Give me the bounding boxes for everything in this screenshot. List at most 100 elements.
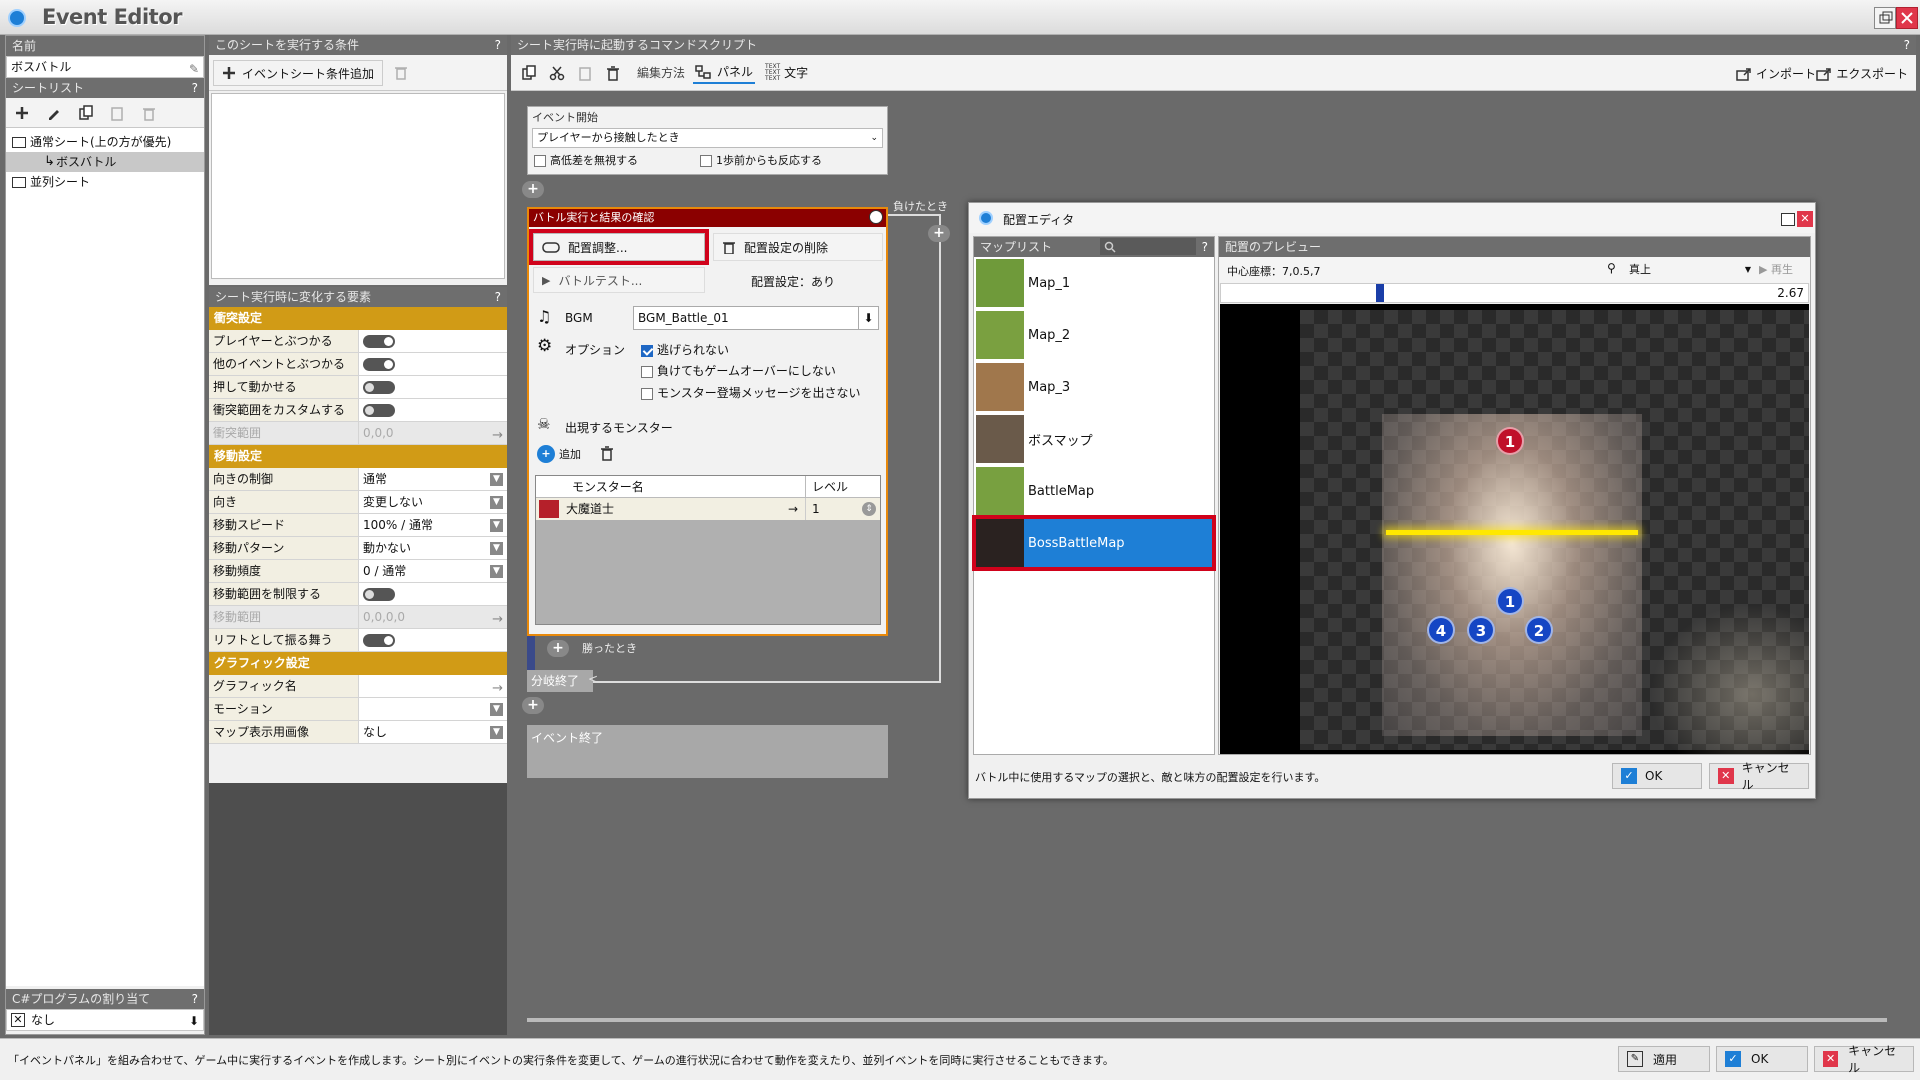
property-value[interactable] [359,629,507,651]
property-row[interactable]: 移動パターン 動かない ▼ [209,537,507,560]
ally-marker[interactable]: 4 [1427,616,1455,644]
option-no-message[interactable]: モンスター登場メッセージを出さない [641,384,861,401]
event-end-block[interactable]: イベント終了 [527,725,888,778]
property-value[interactable] [359,330,507,352]
property-value[interactable]: → [359,675,507,697]
property-row[interactable]: プレイヤーとぶつかる [209,330,507,353]
property-row[interactable]: 他のイベントとぶつかる [209,353,507,376]
property-row[interactable]: 衝突範囲をカスタムする [209,399,507,422]
cut-icon[interactable] [543,60,571,86]
play-button[interactable]: ▶ 再生 [1759,261,1793,277]
property-section-header[interactable]: グラフィック設定 [209,652,507,675]
dialog-cancel-button[interactable]: ✕ キャンセル [1709,761,1809,792]
branch-end-block[interactable]: 分岐終了 [527,670,593,692]
arrow-right-icon[interactable]: → [492,425,503,447]
copy-sheet-icon[interactable] [72,100,100,126]
battle-test-button[interactable]: ▶ バトルテスト... [533,267,705,293]
add-monster-button[interactable]: + 追加 [537,445,581,463]
property-value[interactable]: 100% / 通常 ▼ [359,514,507,536]
chevron-down-icon[interactable]: ▼ [490,496,503,509]
property-value[interactable]: ▼ [359,698,507,720]
toggle-switch[interactable] [363,358,395,371]
battle-block[interactable]: バトル実行と結果の確認 配置調整... 配置設定の削除 ▶ バトルテスト... … [527,207,888,636]
map-list-item[interactable]: ボスマップ [974,413,1214,465]
toggle-switch[interactable] [363,634,395,647]
paste-icon[interactable] [571,60,599,86]
toggle-switch[interactable] [363,381,395,394]
property-row[interactable]: マップ表示用画像 なし ▼ [209,721,507,744]
chevron-down-icon[interactable]: ⬇ [189,1011,199,1031]
close-button[interactable] [1896,7,1918,29]
property-row[interactable]: リフトとして振る舞う [209,629,507,652]
ally-marker[interactable]: 1 [1496,587,1524,615]
property-row[interactable]: 移動範囲を制限する [209,583,507,606]
tree-item-normal-sheets[interactable]: 通常シート(上の方が優先) [6,132,204,152]
map-list-item[interactable]: Map_3 [974,361,1214,413]
property-value[interactable]: 変更しない ▼ [359,491,507,513]
delete-monster-icon[interactable] [599,445,615,461]
monster-row[interactable]: 大魔道士 → 1 ⇕ [536,498,880,520]
vertical-scrollbar-track[interactable] [1896,91,1904,1021]
property-row[interactable]: グラフィック名 → [209,675,507,698]
dialog-close-button[interactable]: ✕ [1797,211,1813,227]
text-mode-button[interactable]: TEXT TEXT TEXT 文字 [765,63,808,82]
ignore-height-checkbox[interactable]: 高低差を無視する [534,152,700,168]
edit-sheet-icon[interactable] [40,100,68,126]
property-row[interactable]: 押して動かせる [209,376,507,399]
delete-sheet-icon[interactable] [135,100,163,126]
chevron-down-icon[interactable]: ▼ [490,542,503,555]
property-row[interactable]: 向き 変更しない ▼ [209,491,507,514]
option-no-escape[interactable]: 逃げられない [641,341,729,358]
chevron-down-icon[interactable]: ▼ [490,726,503,739]
chevron-down-icon[interactable]: ▼ [490,473,503,486]
panel-mode-button[interactable]: パネル [693,61,756,84]
tree-item-boss-battle[interactable]: ↳ ボスバトル [6,152,204,172]
property-value[interactable]: 通常 ▼ [359,468,507,490]
zoom-slider[interactable]: 2.67 [1220,283,1809,303]
toggle-switch[interactable] [363,335,395,348]
toggle-switch[interactable] [363,404,395,417]
add-condition-button[interactable]: イベントシート条件追加 [213,60,384,86]
search-field[interactable] [1100,238,1196,255]
layout-adjust-button[interactable]: 配置調整... [529,229,709,265]
preview-canvas[interactable]: 1 1 4 3 2 [1220,304,1809,754]
horizontal-scrollbar[interactable] [527,1018,1887,1022]
arrow-right-icon[interactable]: → [492,678,503,700]
bgm-select[interactable]: BGM_Battle_01 ⬇ [633,306,879,330]
copy-icon[interactable] [515,60,543,86]
one-step-checkbox[interactable]: 1歩前からも反応する [700,152,822,168]
map-list-item[interactable]: Map_2 [974,309,1214,361]
property-value[interactable]: 0 / 通常 ▼ [359,560,507,582]
property-section-header[interactable]: 衝突設定 [209,307,507,330]
enemy-marker[interactable]: 1 [1496,427,1524,455]
pencil-icon[interactable]: ✎ [189,59,199,79]
property-row[interactable]: モーション ▼ [209,698,507,721]
import-button[interactable]: インポート [1736,65,1816,82]
insert-node-win[interactable]: + [547,640,569,657]
export-button[interactable]: エクスポート [1816,65,1908,82]
map-list-item[interactable]: BossBattleMap [972,515,1216,571]
add-sheet-icon[interactable] [8,100,36,126]
chevron-down-icon[interactable]: ▼ [490,519,503,532]
option-no-gameover[interactable]: 負けてもゲームオーバーにしない [641,362,836,379]
insert-node-2[interactable]: + [522,697,544,714]
property-value[interactable]: なし ▼ [359,721,507,743]
property-value[interactable] [359,376,507,398]
dialog-maximize-button[interactable] [1781,213,1795,226]
cancel-button[interactable]: ✕ キャンセル [1814,1044,1914,1075]
insert-node-1[interactable]: + [522,181,544,198]
tree-item-parallel-sheets[interactable]: 並列シート [6,172,204,192]
view-select[interactable]: 真上 ▼ [1629,261,1753,279]
restore-button[interactable] [1874,7,1896,29]
map-list-item[interactable]: BattleMap [974,465,1214,517]
zoom-slider-thumb[interactable] [1376,284,1384,302]
csharp-field[interactable]: ✕ なし ⬇ [6,1009,204,1031]
chevron-down-icon[interactable]: ▼ [490,565,503,578]
delete-layout-button[interactable]: 配置設定の削除 [713,233,883,261]
delete-condition-icon[interactable] [387,59,415,85]
name-field[interactable]: ボスバトル ✎ [6,56,204,78]
toggle-switch[interactable] [363,588,395,601]
property-row[interactable]: 移動頻度 0 / 通常 ▼ [209,560,507,583]
property-value[interactable] [359,353,507,375]
ok-button[interactable]: ✓ OK [1716,1046,1808,1072]
